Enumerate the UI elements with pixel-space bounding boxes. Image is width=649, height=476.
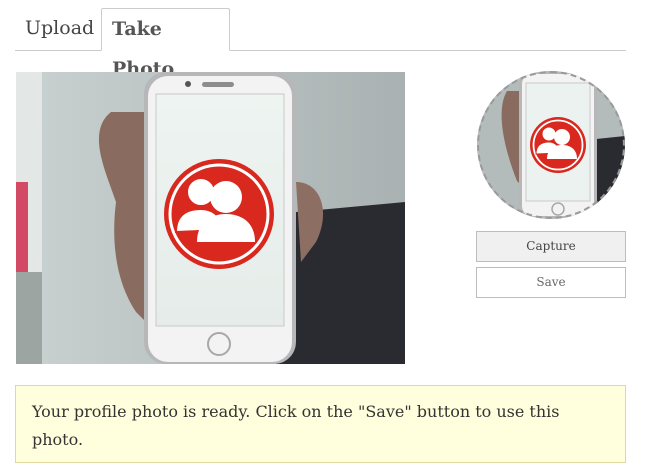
tab-bar: Upload Take Photo	[15, 8, 626, 80]
photo-ready-notice: Your profile photo is ready. Click on th…	[15, 385, 626, 463]
tab-take-photo[interactable]: Take Photo	[101, 8, 230, 80]
notice-message: Your profile photo is ready. Click on th…	[32, 402, 560, 449]
user-group-icon	[164, 159, 274, 269]
thumbnail-user-group-icon	[530, 117, 586, 173]
photo-thumbnail	[477, 71, 625, 219]
save-button[interactable]: Save	[476, 267, 626, 298]
tab-upload[interactable]: Upload	[15, 8, 101, 50]
capture-button[interactable]: Capture	[476, 231, 626, 262]
camera-preview	[16, 72, 405, 364]
